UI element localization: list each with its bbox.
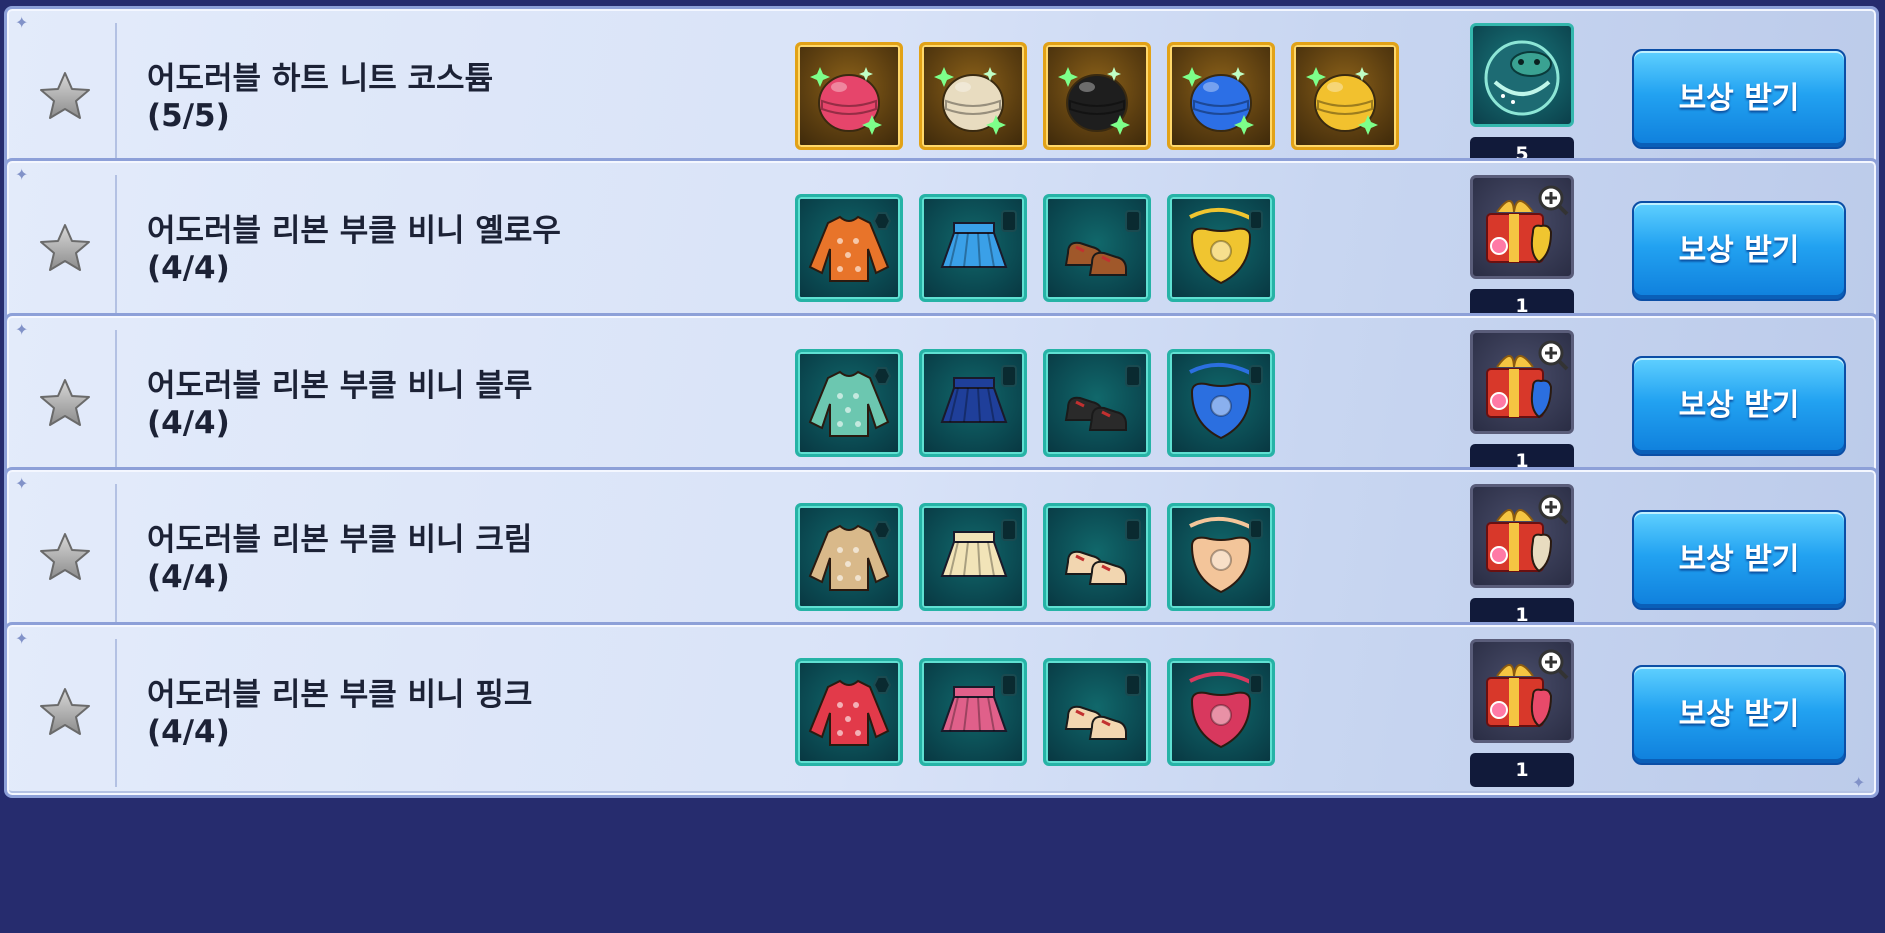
set-title: 어도러블 리본 부클 비니 블루 (4/4) [147,368,532,442]
skirt-icon[interactable] [919,658,1027,766]
divider [115,484,117,632]
set-name: 어도러블 리본 부클 비니 크림 [147,522,533,558]
gift-box-icon[interactable] [1470,484,1574,588]
hat-pink-icon[interactable] [795,42,903,150]
hat-black-icon[interactable] [1043,42,1151,150]
divider [115,639,117,787]
bag-icon[interactable] [1167,503,1275,611]
sweater-icon[interactable] [795,503,903,611]
shoes-icon[interactable] [1043,349,1151,457]
hat-blue-icon[interactable] [1167,42,1275,150]
shoes-icon[interactable] [1043,658,1151,766]
claim-reward-button[interactable]: 보상 받기 [1632,201,1846,301]
gift-box-icon[interactable] [1470,330,1574,434]
mount-orb-icon[interactable] [1470,23,1574,127]
claim-reward-button[interactable]: 보상 받기 [1632,49,1846,149]
corner-sparkle-icon: ✦ [15,13,29,32]
bag-icon[interactable] [1167,349,1275,457]
hat-cream-icon[interactable] [919,42,1027,150]
corner-sparkle-icon: ✦ [15,474,29,493]
gift-box-icon[interactable] [1470,175,1574,279]
skirt-icon[interactable] [919,194,1027,302]
sweater-icon[interactable] [795,194,903,302]
claim-reward-button[interactable]: 보상 받기 [1632,356,1846,456]
set-name: 어도러블 리본 부클 비니 블루 [147,368,533,404]
reward-row: ✦ ✦ 어도러블 리본 부클 비니 핑크 (4/4) 1 보상 받기 [4,622,1879,798]
set-progress: (4/4) [147,405,230,441]
divider [115,330,117,478]
shoes-icon[interactable] [1043,194,1151,302]
set-name: 어도러블 하트 니트 코스튬 [147,61,494,97]
sweater-icon[interactable] [795,658,903,766]
shoes-icon[interactable] [1043,503,1151,611]
reward-row: ✦✦어도러블 리본 부클 비니 블루(4/4) [4,313,1879,489]
set-progress: (4/4) [147,714,230,750]
favorite-star-icon[interactable] [37,69,93,125]
set-title: 어도러블 하트 니트 코스튬 (5/5) [147,61,493,135]
claim-reward-button[interactable]: 보상 받기 [1632,665,1846,765]
hat-yellow-icon[interactable] [1291,42,1399,150]
set-progress: (4/4) [147,250,230,286]
set-title: 어도러블 리본 부클 비니 핑크 (4/4) [147,677,532,751]
claim-reward-button[interactable]: 보상 받기 [1632,510,1846,610]
favorite-star-icon[interactable] [37,221,93,277]
gift-box-icon[interactable] [1470,639,1574,743]
reward-row: ✦✦어도러블 리본 부클 비니 옐로우(4/4) [4,158,1879,334]
reward-count: 1 [1470,753,1574,787]
skirt-icon[interactable] [919,349,1027,457]
reward-row: ✦ ✦ 어도러블 하트 니트 코스튬(5/5) [4,6,1879,182]
bag-icon[interactable] [1167,658,1275,766]
set-title: 어도러블 리본 부클 비니 크림 (4/4) [147,522,532,596]
set-name: 어도러블 리본 부클 비니 핑크 [147,677,533,713]
sweater-icon[interactable] [795,349,903,457]
skirt-icon[interactable] [919,503,1027,611]
favorite-star-icon[interactable] [37,376,93,432]
divider [115,23,117,171]
favorite-star-icon[interactable] [37,685,93,741]
set-name: 어도러블 리본 부클 비니 옐로우 [147,213,561,249]
set-progress: (5/5) [147,98,230,134]
corner-sparkle-icon: ✦ [15,165,29,184]
corner-sparkle-icon: ✦ [1852,773,1866,792]
reward-row: ✦✦어도러블 리본 부클 비니 크림(4/4) [4,467,1879,643]
corner-sparkle-icon: ✦ [15,320,29,339]
set-title: 어도러블 리본 부클 비니 옐로우 (4/4) [147,213,561,287]
set-progress: (4/4) [147,559,230,595]
favorite-star-icon[interactable] [37,530,93,586]
bag-icon[interactable] [1167,194,1275,302]
divider [115,175,117,323]
corner-sparkle-icon: ✦ [15,629,29,648]
